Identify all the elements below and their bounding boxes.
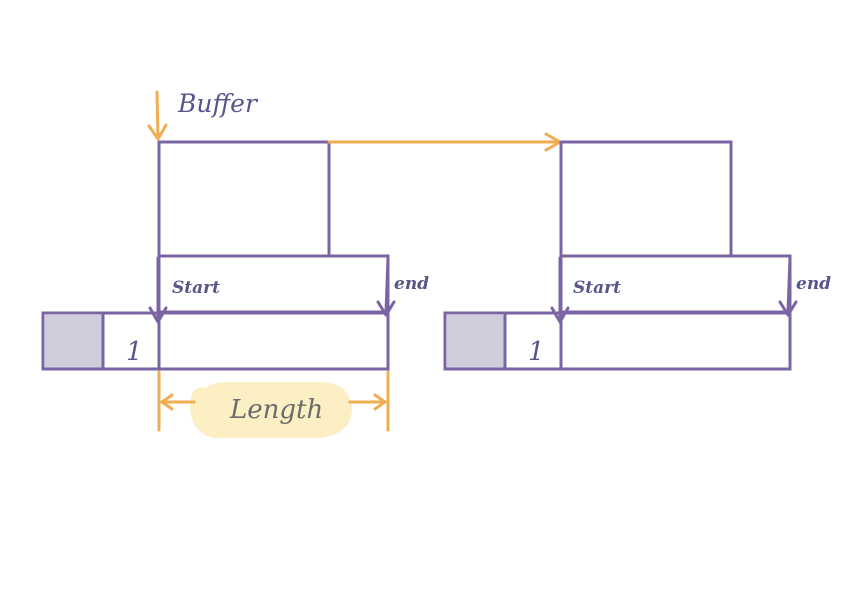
node-2-start-label: Start: [573, 278, 621, 298]
node-2-end-arrow-icon: [786, 256, 792, 314]
next-buffer-pointer: [327, 132, 562, 152]
buffer-arrow-icon: [155, 90, 160, 140]
node-1-count: 1: [126, 337, 143, 367]
buffer-1-data-area: [157, 140, 331, 258]
buffer-label: Buffer: [177, 89, 259, 118]
length-label: Length: [229, 395, 323, 425]
buffer-pointer: Buffer: [147, 89, 259, 141]
node-1-start-label: Start: [172, 278, 220, 298]
node-2-refcount-cell: [447, 315, 505, 369]
node-2-count: 1: [528, 337, 545, 367]
buffer-2-data-area: [559, 140, 733, 258]
node-2-end-label: end: [796, 274, 831, 294]
node-1-end-arrow-icon: [384, 256, 390, 314]
diagram-canvas: Buffer Start end 1 Start end 1 Length: [41, 89, 831, 438]
node-2: Start end 1: [443, 256, 831, 371]
node-1-refcount-cell: [45, 315, 103, 369]
length-dimension: Length: [157, 370, 390, 438]
node-1-end-label: end: [394, 274, 429, 294]
node-1: Start end 1: [41, 256, 429, 371]
